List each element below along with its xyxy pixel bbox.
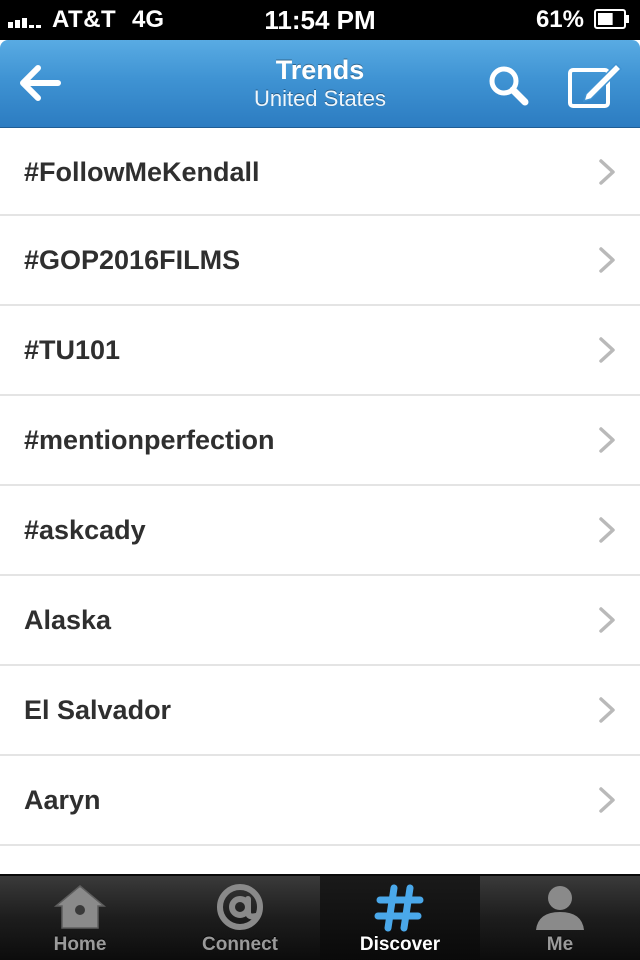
tab-connect[interactable]: Connect — [160, 876, 320, 960]
at-sign-icon — [217, 884, 263, 930]
page-subtitle: United States — [253, 86, 387, 111]
search-icon[interactable] — [484, 62, 532, 108]
trend-row[interactable] — [0, 846, 640, 874]
trend-label: Aaryn — [24, 785, 101, 815]
navigation-bar: Trends United States — [0, 40, 640, 128]
trend-label: #mentionperfection — [24, 425, 275, 455]
home-icon — [53, 885, 107, 929]
tab-label: Me — [546, 934, 574, 955]
trend-row[interactable]: #mentionperfection — [0, 396, 640, 486]
tab-label: Connect — [202, 934, 278, 955]
chevron-right-icon — [599, 159, 615, 185]
chevron-right-icon — [599, 427, 615, 453]
trend-label: Alaska — [24, 605, 112, 635]
trend-row[interactable]: #FollowMeKendall — [0, 128, 640, 216]
trend-label: #GOP2016FILMS — [24, 245, 241, 275]
person-icon — [536, 886, 584, 930]
tab-discover[interactable]: Discover — [320, 876, 480, 960]
back-arrow-icon[interactable] — [14, 60, 64, 106]
trend-label: El Salvador — [24, 695, 172, 725]
battery-icon — [594, 9, 629, 29]
chevron-right-icon — [599, 787, 615, 813]
nav-title-group: Trends United States — [160, 54, 480, 112]
trend-row[interactable]: #askcady — [0, 486, 640, 576]
tab-home[interactable]: Home — [0, 876, 160, 960]
chevron-right-icon — [599, 517, 615, 543]
chevron-right-icon — [599, 337, 615, 363]
status-bar: AT&T 4G 11:54 PM 61% — [0, 0, 640, 40]
trends-list: #FollowMeKendall #GOP2016FILMS #TU101 #m… — [0, 128, 640, 874]
tab-label: Discover — [359, 934, 441, 955]
tab-me[interactable]: Me — [480, 876, 640, 960]
trend-label: #askcady — [24, 515, 146, 545]
trend-row[interactable]: El Salvador — [0, 666, 640, 756]
trend-label: #TU101 — [24, 335, 121, 365]
hashtag-icon — [374, 884, 424, 932]
trend-row[interactable]: Alaska — [0, 576, 640, 666]
page-title: Trends — [275, 55, 365, 85]
chevron-right-icon — [599, 607, 615, 633]
chevron-right-icon — [599, 697, 615, 723]
compose-icon[interactable] — [566, 60, 624, 110]
tab-label: Home — [53, 934, 107, 955]
chevron-right-icon — [599, 247, 615, 273]
trend-row[interactable]: Aaryn — [0, 756, 640, 846]
trend-row[interactable]: #TU101 — [0, 306, 640, 396]
battery-percent: 61% — [535, 6, 584, 33]
tab-bar: Home Connect Discover Me — [0, 874, 640, 960]
screen: AT&T 4G 11:54 PM 61% Trends United State… — [0, 0, 640, 960]
trend-label: #FollowMeKendall — [24, 157, 260, 187]
trend-row[interactable]: #GOP2016FILMS — [0, 216, 640, 306]
